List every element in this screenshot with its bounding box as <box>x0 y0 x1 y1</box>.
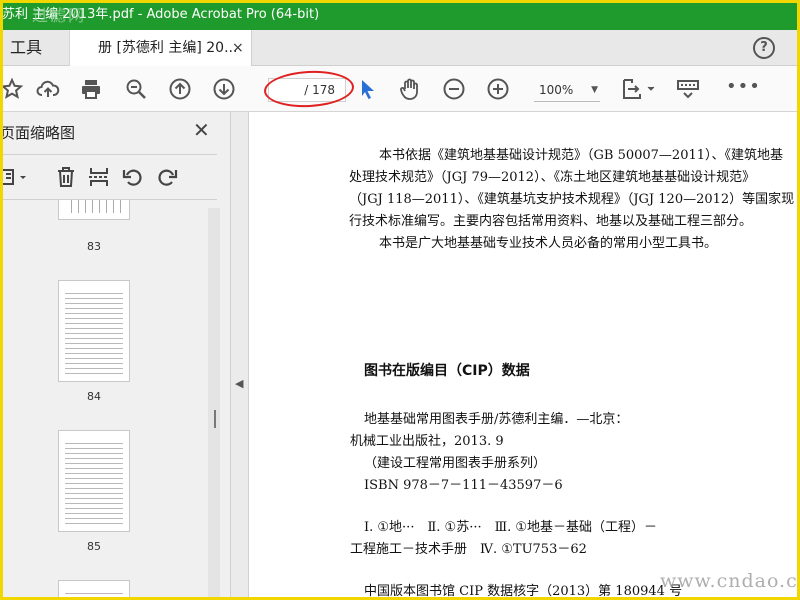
cip-line: ISBN 978－7－111－43597－6 <box>364 478 563 493</box>
thumbnail-page[interactable] <box>58 580 130 600</box>
print-icon[interactable] <box>79 77 103 101</box>
options-menu-icon[interactable] <box>0 166 32 188</box>
cip-line: （建设工程常用图表手册系列） <box>364 456 547 471</box>
thumbnail-page-number: 83 <box>87 240 101 253</box>
page-down-icon[interactable] <box>212 77 236 101</box>
chevron-left-icon: ◀ <box>235 377 244 390</box>
cloud-upload-icon[interactable] <box>36 77 60 101</box>
rotate-left-icon[interactable] <box>122 166 144 188</box>
trash-icon[interactable] <box>55 166 77 188</box>
cip-line: 工程施工－技术手册 Ⅳ. ①TU753－62 <box>350 542 587 557</box>
thumbnail-toolbar <box>0 154 217 200</box>
thumbnail-page-number: 84 <box>87 390 101 403</box>
chevron-down-icon: ▼ <box>591 85 598 95</box>
cip-heading: 图书在版编目（CIP）数据 <box>364 363 530 379</box>
page-fit-icon[interactable] <box>622 77 656 101</box>
page-thumbnails-panel: 页面缩略图 ✕ 83 84 85 <box>0 112 231 600</box>
window-title-bar: 苏利 主编 2013年.pdf - Adobe Acrobat Pro (64-… <box>0 0 800 30</box>
panel-resize-grip[interactable] <box>214 410 216 428</box>
panel-collapse-handle[interactable]: ◀ <box>231 112 249 600</box>
thumbnail-scrollbar[interactable] <box>208 208 220 600</box>
thumbnail-page[interactable] <box>58 200 130 220</box>
intro-line: （JGJ 118—2011）、《建筑基坑支护技术规程》（JGJ 120—2012… <box>349 192 795 207</box>
keyboard-icon[interactable] <box>676 77 700 101</box>
watermark-bottom: www.cndao.com <box>660 570 800 592</box>
thumbnail-list: 83 84 85 <box>0 200 212 600</box>
cip-line: 地基基础常用图表手册/苏德利主编．—北京： <box>364 412 629 427</box>
document-page: 本书依据《建筑地基基础设计规范》（GB 50007—2011）、《建筑地基 处理… <box>249 112 800 600</box>
thumbnail-page-number: 85 <box>87 540 101 553</box>
intro-line: 行技术标准编写。主要内容包括常用资料、地基以及基础工程三部分。 <box>349 214 753 229</box>
highlight-oval <box>263 68 355 110</box>
zoom-search-icon[interactable] <box>124 77 148 101</box>
help-button[interactable]: ? <box>753 37 775 59</box>
intro-line: 本书依据《建筑地基基础设计规范》（GB 50007—2011）、《建筑地基 <box>379 148 784 163</box>
zoom-level-select[interactable]: 100% ▼ <box>534 78 600 102</box>
hand-icon[interactable] <box>398 77 422 101</box>
intro-line: 本书是广大地基基础专业技术人员必备的常用小型工具书。 <box>379 236 718 251</box>
thumbnail-page[interactable] <box>58 430 130 532</box>
page-up-icon[interactable] <box>168 77 192 101</box>
panel-title: 页面缩略图 <box>0 124 76 142</box>
rotate-right-icon[interactable] <box>156 166 178 188</box>
extract-page-icon[interactable] <box>88 166 110 188</box>
more-icon[interactable]: ••• <box>726 76 761 97</box>
tab-close-button[interactable]: × <box>232 30 244 66</box>
cip-line: 机械工业出版社，2013. 9 <box>350 434 504 449</box>
tab-tools[interactable]: 工具 <box>0 30 70 66</box>
thumbnail-page[interactable] <box>58 280 130 382</box>
zoom-out-icon[interactable] <box>442 77 466 101</box>
tab-document[interactable]: 册 [苏德利 主编] 20... <box>70 30 252 67</box>
zoom-in-icon[interactable] <box>486 77 510 101</box>
zoom-level-value: 100% <box>539 83 574 97</box>
cip-line: Ⅰ. ①地··· Ⅱ. ①苏··· Ⅲ. ①地基－基础（工程）－ <box>364 520 658 535</box>
intro-line: 处理技术规范》（JGJ 79—2012）、《冻土地区建筑地基基础设计规范》 <box>349 170 756 185</box>
tab-bar: 工具 册 [苏德利 主编] 20... × ? <box>0 30 800 67</box>
panel-close-button[interactable]: ✕ <box>193 118 210 142</box>
cip-line: 中国版本图书馆 CIP 数据核字（2013）第 180944 号 <box>364 584 683 599</box>
watermark-top: 过滤网 <box>32 6 87 25</box>
main-toolbar: / 178 100% ▼ ••• <box>0 66 800 112</box>
cursor-icon[interactable] <box>356 77 380 101</box>
star-icon[interactable] <box>0 77 24 101</box>
